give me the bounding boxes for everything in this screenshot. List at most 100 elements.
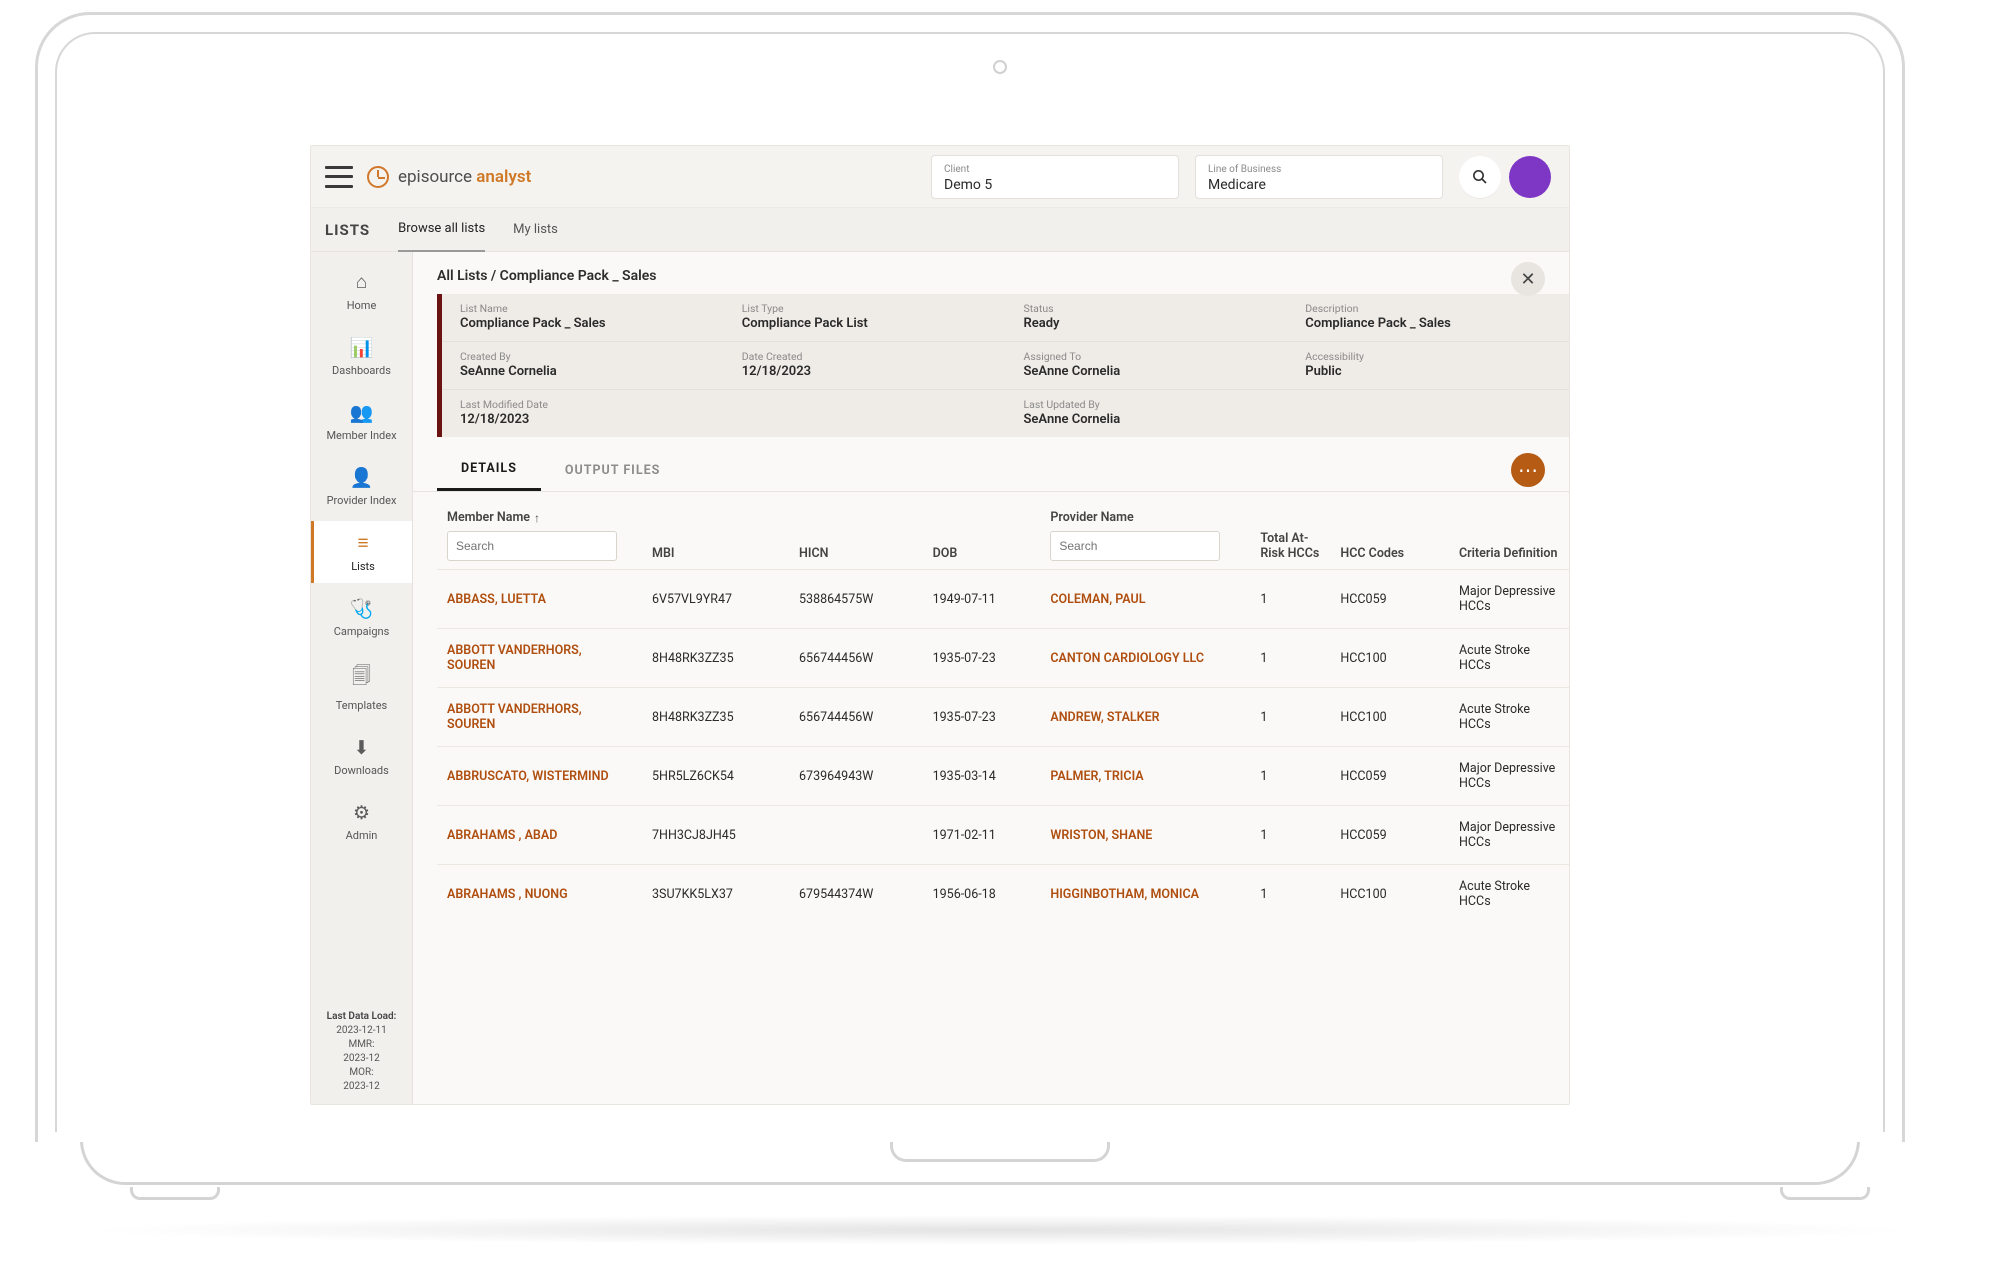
cell-hicn: 673964943W — [789, 747, 923, 806]
lob-select-label: Line of Business — [1208, 165, 1430, 175]
cell-hicn — [789, 806, 923, 865]
sidenav-item-campaigns[interactable]: 🩺 Campaigns — [311, 587, 412, 648]
results-table-wrap: Member Name ↑ MBI HICN DOB Provider Name… — [413, 492, 1569, 1104]
sidenav-item-dashboards[interactable]: 📊Dashboards — [311, 326, 412, 387]
tab-output-files[interactable]: OUTPUT FILES — [541, 449, 684, 490]
sidenav-item-lists[interactable]: ≡Lists — [311, 521, 412, 583]
meta-key: Status — [1024, 302, 1270, 315]
list-metadata-panel: List NameCompliance Pack _ SalesList Typ… — [437, 294, 1569, 437]
sidenav-item-home[interactable]: ⌂Home — [311, 260, 412, 322]
member-link[interactable]: ABRAHAMS , ABAD — [437, 806, 642, 865]
lists-icon: ≡ — [357, 531, 368, 555]
cell-mbi: 8H48RK3ZZ35 — [642, 629, 789, 688]
member-link[interactable]: ABBASS, LUETTA — [437, 570, 642, 629]
more-actions-icon[interactable]: ⋯ — [1511, 453, 1545, 487]
member-index-icon: 👥 — [350, 401, 374, 424]
search-icon[interactable] — [1459, 156, 1501, 198]
admin-icon: ⚙ — [353, 801, 370, 824]
meta-value: SeAnne Cornelia — [460, 364, 706, 379]
provider-link[interactable]: CANTON CARDIOLOGY LLC — [1040, 629, 1250, 688]
client-select[interactable]: Client Demo 5 — [931, 155, 1179, 199]
cell-criteria: Acute Stroke HCCs — [1449, 629, 1569, 688]
detail-tabs-bar: DETAILS OUTPUT FILES ⋯ — [413, 447, 1569, 492]
meta-value: Public — [1305, 364, 1551, 379]
cell-hcc: HCC059 — [1330, 570, 1449, 629]
meta-key: Assigned To — [1024, 350, 1270, 363]
tab-details[interactable]: DETAILS — [437, 447, 541, 491]
cell-mbi: 5HR5LZ6CK54 — [642, 747, 789, 806]
meta-value: Compliance Pack List — [742, 316, 988, 331]
cell-criteria: Major Depressive HCCs — [1449, 570, 1569, 629]
table-row: ABBRUSCATO, WISTERMIND5HR5LZ6CK546739649… — [437, 747, 1569, 806]
member-link[interactable]: ABBOTT VANDERHORS, SOUREN — [437, 688, 642, 747]
sidenav-item-provider-index[interactable]: 👤Provider Index — [311, 456, 412, 517]
table-row: ABBOTT VANDERHORS, SOUREN8H48RK3ZZ356567… — [437, 688, 1569, 747]
cell-dob: 1935-03-14 — [923, 747, 1041, 806]
brand-word-b: analyst — [476, 167, 531, 187]
cell-hicn: 679544374W — [789, 865, 923, 924]
breadcrumb-row: All Lists / Compliance Pack _ Sales ✕ — [413, 252, 1569, 294]
sort-asc-icon[interactable]: ↑ — [534, 511, 540, 525]
main-panel: All Lists / Compliance Pack _ Sales ✕ Li… — [413, 252, 1569, 1104]
table-row: ABBOTT VANDERHORS, SOUREN8H48RK3ZZ356567… — [437, 629, 1569, 688]
provider-link[interactable]: HIGGINBOTHAM, MONICA — [1040, 865, 1250, 924]
meta-key: Last Modified Date — [460, 398, 988, 411]
provider-link[interactable]: WRISTON, SHANE — [1040, 806, 1250, 865]
cell-hcc: HCC100 — [1330, 629, 1449, 688]
col-total-at-risk: Total At-Risk HCCs — [1250, 492, 1330, 570]
col-member-name: Member Name — [447, 510, 530, 525]
cell-hicn: 656744456W — [789, 629, 923, 688]
sidenav-item-label: Admin — [346, 829, 378, 842]
table-row: ABRAHAMS , ABAD7HH3CJ8JH451971-02-11WRIS… — [437, 806, 1569, 865]
app-screen: episource analyst Client Demo 5 Line of … — [310, 145, 1570, 1105]
tab-browse-all-lists[interactable]: Browse all lists — [398, 208, 485, 252]
sidenav-item-downloads[interactable]: ⬇Downloads — [311, 726, 412, 787]
meta-key: Last Updated By — [1024, 398, 1552, 411]
brand-mark-icon — [367, 166, 389, 188]
sidenav-item-label: Campaigns — [334, 625, 390, 638]
avatar[interactable] — [1509, 156, 1551, 198]
col-hicn: HICN — [789, 492, 923, 570]
col-dob: DOB — [923, 492, 1041, 570]
member-link[interactable]: ABBRUSCATO, WISTERMIND — [437, 747, 642, 806]
templates-icon: 🗐 — [352, 662, 371, 694]
campaigns-icon: 🩺 — [350, 597, 374, 620]
cell-hicn: 656744456W — [789, 688, 923, 747]
cell-risk: 1 — [1250, 570, 1330, 629]
provider-link[interactable]: PALMER, TRICIA — [1040, 747, 1250, 806]
meta-value: SeAnne Cornelia — [1024, 364, 1270, 379]
meta-key: Date Created — [742, 350, 988, 363]
member-search-input[interactable] — [447, 531, 617, 561]
col-provider-name: Provider Name — [1050, 510, 1133, 525]
provider-link[interactable]: COLEMAN, PAUL — [1040, 570, 1250, 629]
provider-search-input[interactable] — [1050, 531, 1220, 561]
cell-mbi: 8H48RK3ZZ35 — [642, 688, 789, 747]
sidenav-item-admin[interactable]: ⚙ Admin — [311, 791, 412, 852]
tab-my-lists[interactable]: My lists — [513, 222, 558, 237]
close-icon[interactable]: ✕ — [1511, 262, 1545, 296]
lob-select[interactable]: Line of Business Medicare — [1195, 155, 1443, 199]
section-tabs-bar: LISTS Browse all lists My lists — [311, 208, 1569, 252]
member-link[interactable]: ABBOTT VANDERHORS, SOUREN — [437, 629, 642, 688]
member-link[interactable]: ABRAHAMS , NUONG — [437, 865, 642, 924]
sidenav-item-label: Templates — [336, 699, 387, 712]
sidenav-item-member-index[interactable]: 👥 Member Index — [311, 391, 412, 452]
results-table: Member Name ↑ MBI HICN DOB Provider Name… — [437, 492, 1569, 923]
sidenav-item-label: Downloads — [334, 764, 389, 777]
col-hcc-codes: HCC Codes — [1330, 492, 1449, 570]
meta-key: Created By — [460, 350, 706, 363]
provider-link[interactable]: ANDREW, STALKER — [1040, 688, 1250, 747]
cell-criteria: Major Depressive HCCs — [1449, 806, 1569, 865]
sidenav-item-label: Member Index — [326, 429, 396, 442]
meta-value: Compliance Pack _ Sales — [460, 316, 706, 331]
col-mbi: MBI — [642, 492, 789, 570]
menu-icon[interactable] — [325, 166, 353, 188]
sidenav-item-label: Home — [347, 299, 377, 312]
cell-risk: 1 — [1250, 629, 1330, 688]
meta-value: SeAnne Cornelia — [1024, 412, 1552, 427]
col-criteria-definition: Criteria Definition — [1449, 492, 1569, 570]
client-select-value: Demo 5 — [944, 177, 1166, 193]
sidenav-item-templates[interactable]: 🗐 Templates — [311, 652, 412, 722]
app-bar: episource analyst Client Demo 5 Line of … — [311, 146, 1569, 208]
sidenav-item-label: Provider Index — [327, 494, 397, 507]
